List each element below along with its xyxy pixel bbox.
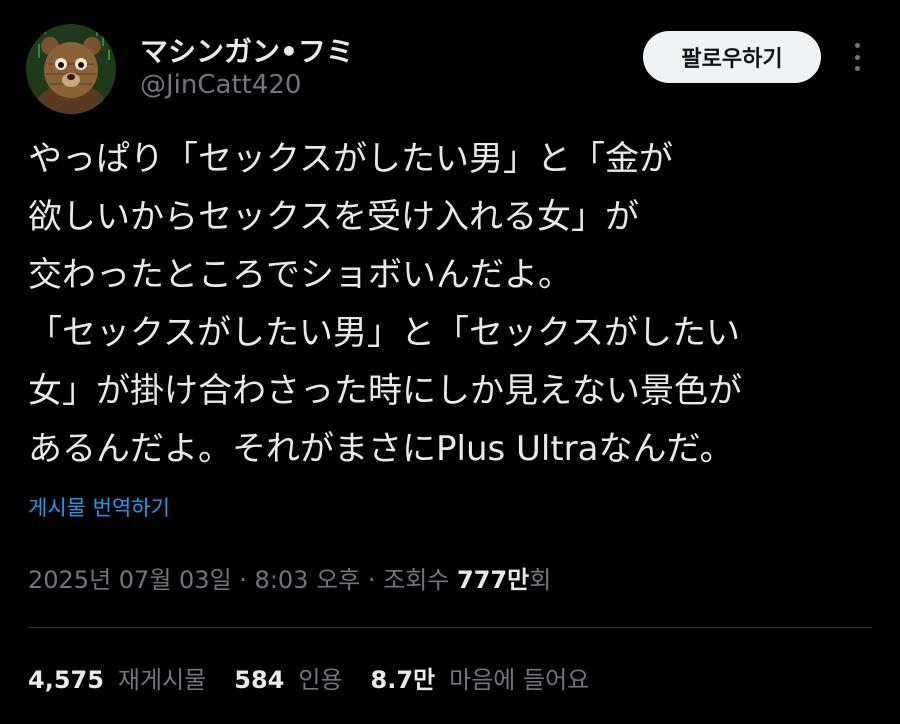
quotes-count: 584 xyxy=(234,666,285,694)
likes-count: 8.7만 xyxy=(370,666,436,694)
likes-label: 마음에 들어요 xyxy=(449,666,590,694)
reposts-count: 4,575 xyxy=(28,666,104,694)
post-time[interactable]: 8:03 오후 xyxy=(255,566,361,594)
quotes-label: 인용 xyxy=(298,666,343,694)
dot xyxy=(854,43,860,48)
dot xyxy=(854,66,860,71)
engagement-stats: 4,575 재게시물 584 인용 8.7만 마음에 들어요 xyxy=(28,660,617,695)
more-dots-icon[interactable] xyxy=(843,40,871,74)
divider xyxy=(28,627,872,628)
separator: · xyxy=(231,566,255,594)
tweet-line: やっぱり「セックスがしたい男」と「金が xyxy=(28,139,673,179)
tweet-line: 女」が掛け合わさった時にしか見えない景色が xyxy=(28,371,742,411)
tweet-line: 交わったところでショボいんだよ。 xyxy=(28,255,572,295)
tweet-line: あるんだよ。それがまさにPlus Ultraなんだ。 xyxy=(28,429,734,469)
tweet-line: 「セックスがしたい男」と「セックスがしたい xyxy=(28,313,740,353)
reposts-label: 재게시물 xyxy=(117,666,207,694)
quotes-stat[interactable]: 584 인용 xyxy=(234,660,342,695)
reposts-stat[interactable]: 4,575 재게시물 xyxy=(28,660,206,695)
tweet-line: 欲しいからセックスを受け入れる女」が xyxy=(28,197,639,237)
views-count: 777만 xyxy=(457,566,530,594)
tweet-text: やっぱり「セックスがしたい男」と「金が 欲しいからセックスを受け入れる女」が 交… xyxy=(28,130,878,478)
likes-stat[interactable]: 8.7만 마음에 들어요 xyxy=(371,660,590,695)
dot xyxy=(854,54,860,60)
translate-post-link[interactable]: 게시물 번역하기 xyxy=(28,492,170,522)
views-label: 조회수 xyxy=(383,566,457,594)
post-date[interactable]: 2025년 07월 03일 xyxy=(28,566,232,594)
post-meta: 2025년 07월 03일 · 8:03 오후 · 조회수 777만회 xyxy=(28,560,551,595)
follow-button[interactable]: 팔로우하기 xyxy=(643,31,821,83)
separator: · xyxy=(360,566,384,594)
views-suffix: 회 xyxy=(529,566,552,594)
avatar[interactable] xyxy=(26,24,116,114)
author-display-name[interactable]: マシンガン•フミ xyxy=(140,30,354,70)
author-handle[interactable]: @JinCatt420 xyxy=(140,70,301,100)
bear-avatar-icon xyxy=(26,24,116,114)
